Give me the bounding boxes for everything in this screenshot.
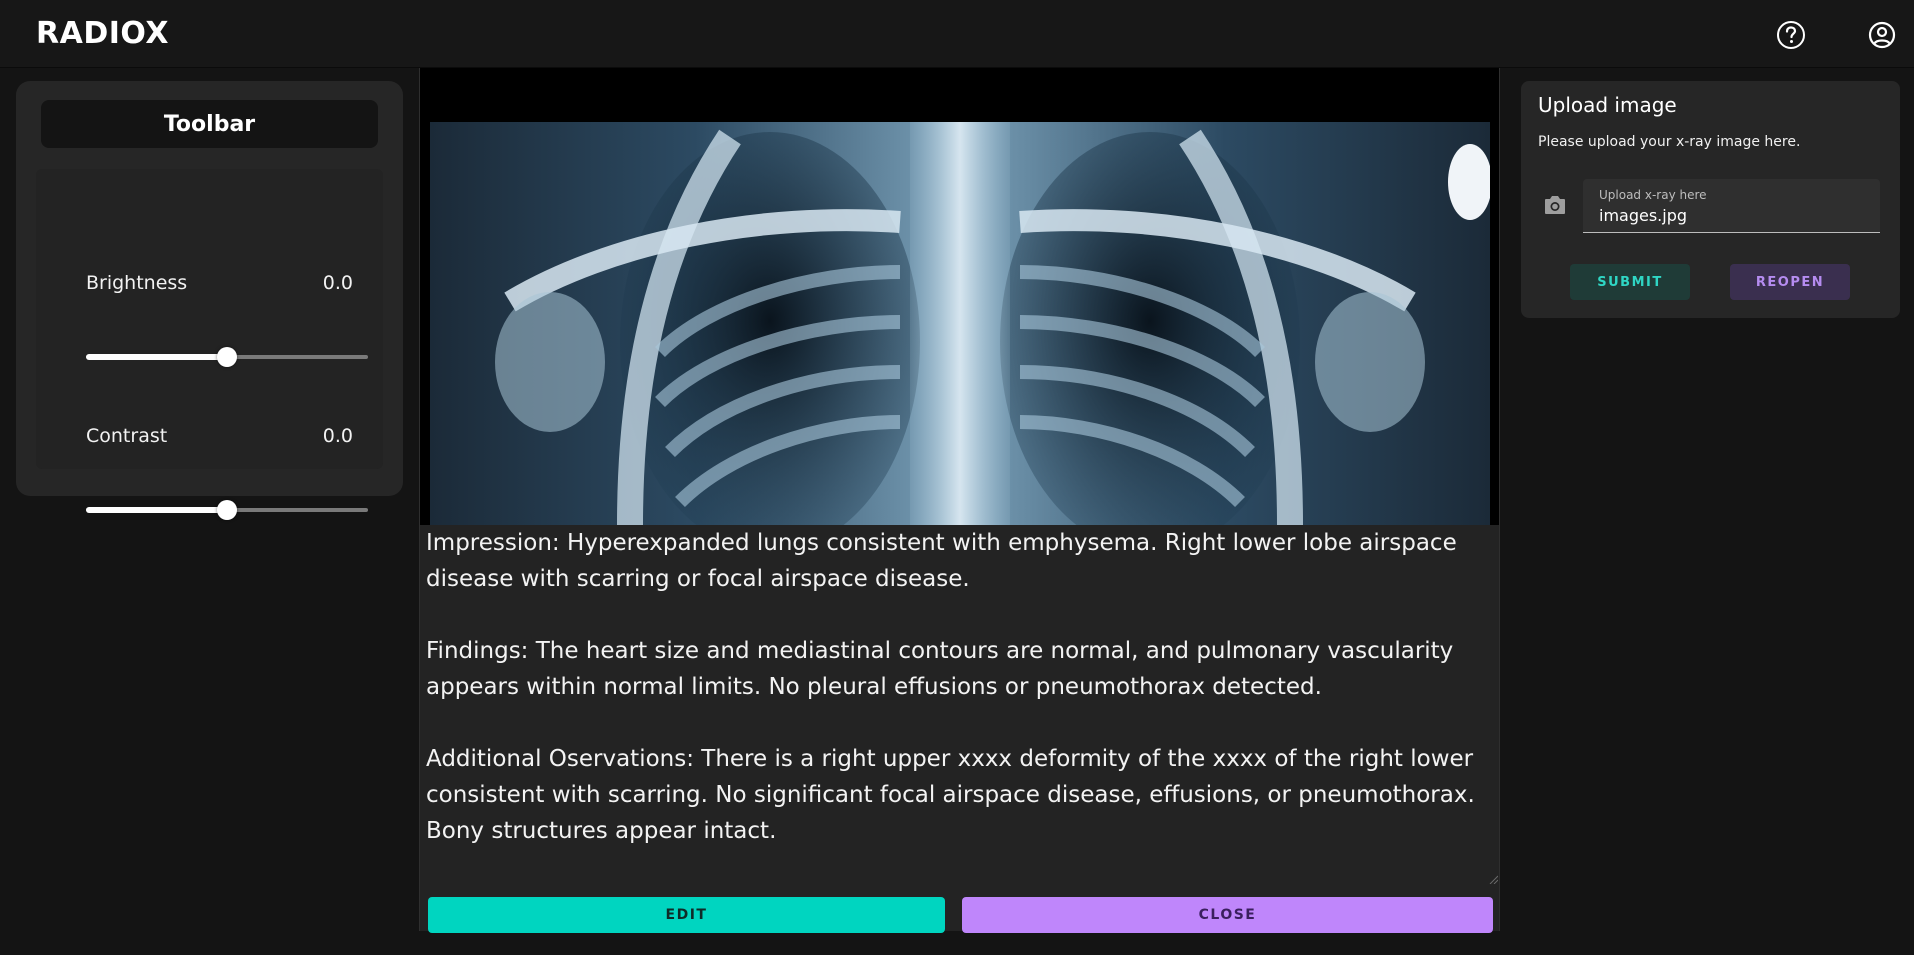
main-viewer: Impression: Hyperexpanded lungs consiste… xyxy=(419,68,1500,933)
contrast-slider-track xyxy=(86,507,227,513)
image-adjustments: Brightness 0.0 Contrast 0.0 xyxy=(36,169,383,520)
brightness-value: 0.0 xyxy=(322,272,353,294)
report-text[interactable]: Impression: Hyperexpanded lungs consiste… xyxy=(426,525,1496,955)
upload-title: Upload image xyxy=(1538,93,1677,117)
contrast-label: Contrast xyxy=(86,425,168,447)
resize-handle-icon[interactable] xyxy=(1488,874,1498,884)
xray-image xyxy=(430,122,1490,525)
xray-file-field-label: Upload x-ray here xyxy=(1599,188,1707,202)
xray-file-field[interactable]: Upload x-ray here images.jpg xyxy=(1583,179,1880,233)
camera-icon[interactable] xyxy=(1543,194,1567,216)
help-button[interactable] xyxy=(1774,18,1808,52)
contrast-slider-thumb[interactable] xyxy=(217,500,237,520)
brightness-slider-thumb[interactable] xyxy=(217,347,237,367)
upload-subtitle: Please upload your x-ray image here. xyxy=(1538,134,1801,150)
brightness-label: Brightness xyxy=(86,272,188,294)
xray-file-field-value[interactable]: images.jpg xyxy=(1599,206,1687,225)
close-button[interactable]: CLOSE xyxy=(962,897,1493,933)
edit-button[interactable]: EDIT xyxy=(428,897,945,933)
brightness-slider[interactable] xyxy=(86,347,368,367)
app-logo: RADIOX xyxy=(36,16,169,51)
upload-panel: Upload image Please upload your x-ray im… xyxy=(1521,81,1900,318)
contrast-slider[interactable] xyxy=(86,500,368,520)
app-bar: RADIOX xyxy=(0,0,1914,68)
toolbar-panel: Toolbar Brightness 0.0 Contrast 0.0 xyxy=(16,81,403,520)
toolbar-title: Toolbar xyxy=(41,100,378,148)
brightness-slider-track xyxy=(86,354,227,360)
xray-viewer xyxy=(420,68,1499,525)
contrast-value: 0.0 xyxy=(322,425,353,447)
submit-button[interactable]: SUBMIT xyxy=(1570,264,1690,300)
reopen-button[interactable]: REOPEN xyxy=(1730,264,1850,300)
account-circle-icon xyxy=(1868,21,1896,49)
account-button[interactable] xyxy=(1865,18,1899,52)
help-circle-icon xyxy=(1777,21,1805,49)
